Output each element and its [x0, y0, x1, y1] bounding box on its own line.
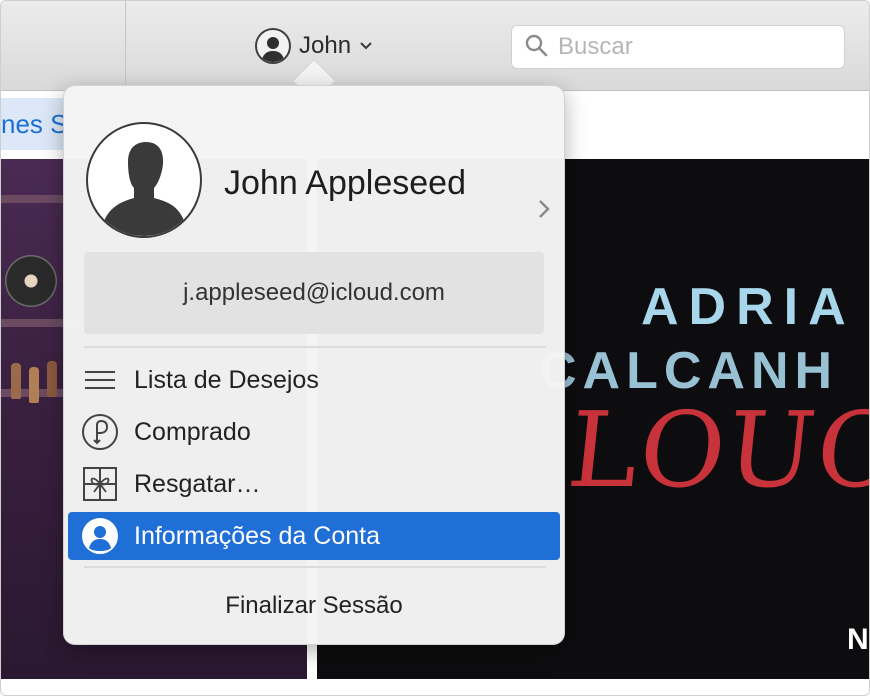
sign-out-button[interactable]: Finalizar Sessão	[64, 584, 564, 628]
search-input[interactable]	[558, 33, 828, 61]
menu-item-label: Resgatar…	[134, 469, 261, 498]
menu-item-label: Comprado	[134, 417, 251, 446]
chevron-right-icon	[536, 198, 552, 220]
list-icon	[80, 360, 120, 400]
account-name: John	[299, 32, 352, 59]
user-avatar-icon	[86, 122, 202, 238]
chevron-down-icon	[359, 39, 373, 53]
bottom-strip	[1, 679, 869, 695]
search-box[interactable]	[511, 25, 845, 69]
vinyl-record-artwork	[5, 255, 57, 307]
album-title: LOUCU	[562, 389, 870, 511]
account-email: j.appleseed@icloud.com	[84, 252, 544, 334]
album-artist-line1: ADRIA	[641, 278, 856, 336]
album-badge: N	[847, 623, 869, 656]
account-info-icon	[80, 516, 120, 556]
account-header-row[interactable]: John Appleseed	[64, 120, 564, 240]
menu-item-account-info[interactable]: Informações da Conta	[68, 512, 560, 560]
menu-item-purchased[interactable]: Comprado	[68, 408, 560, 456]
menu-item-redeem[interactable]: Resgatar…	[68, 460, 560, 508]
user-avatar-icon	[255, 28, 291, 64]
bottle-artwork	[47, 361, 57, 397]
menu-item-label: Informações da Conta	[134, 521, 380, 550]
toolbar: John	[1, 1, 869, 91]
bottle-artwork	[11, 363, 21, 399]
menu-item-label: Lista de Desejos	[134, 365, 319, 394]
divider	[84, 566, 546, 568]
account-popover: John Appleseed j.appleseed@icloud.com Li…	[63, 85, 565, 645]
divider	[84, 346, 546, 348]
bottle-artwork	[29, 367, 39, 403]
purchased-icon	[80, 412, 120, 452]
menu-item-wishlist[interactable]: Lista de Desejos	[68, 356, 560, 404]
toolbar-left-section	[1, 1, 126, 91]
gift-icon	[80, 464, 120, 504]
itunes-window: John nes S ADRIA CALCANH	[0, 0, 870, 696]
account-full-name: John Appleseed	[224, 164, 466, 202]
search-icon	[524, 33, 548, 62]
